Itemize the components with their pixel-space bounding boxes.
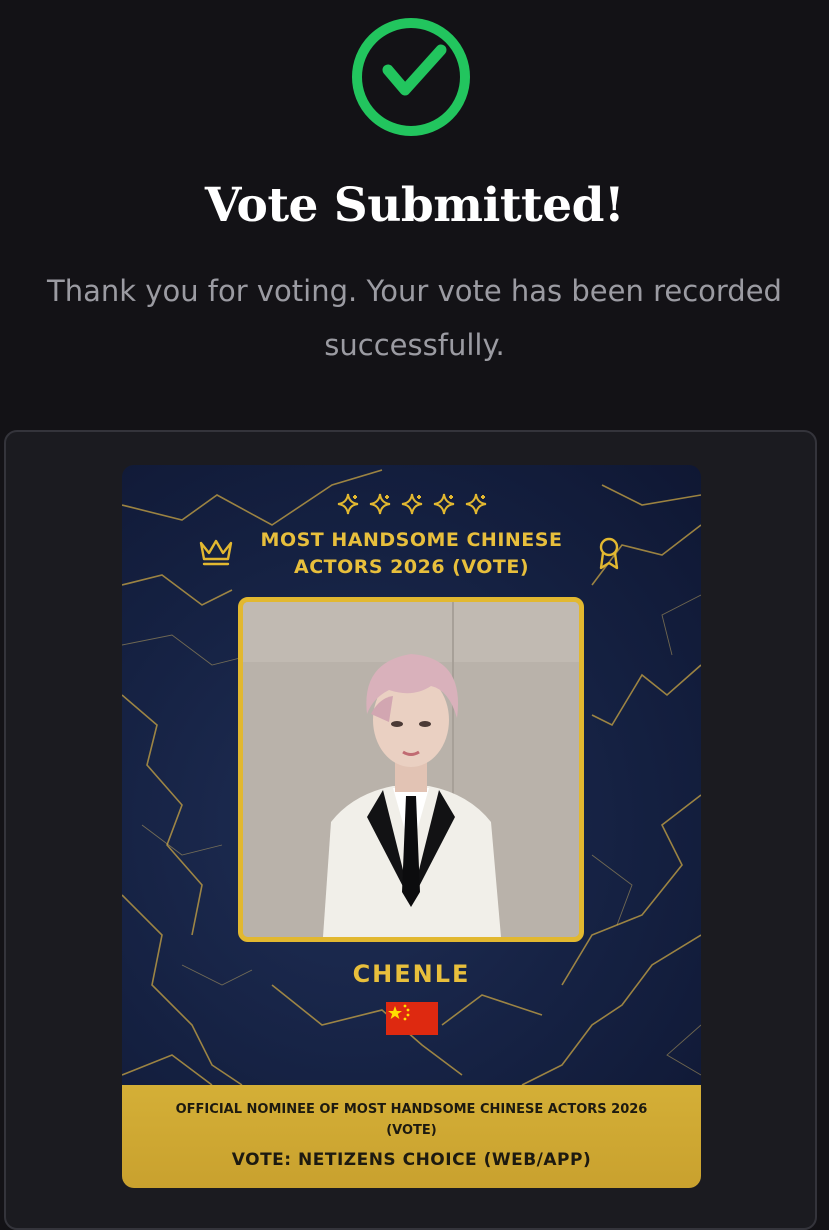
confirmation-message: Thank you for voting. Your vote has been… xyxy=(0,264,829,372)
confirmation-message-line2: successfully. xyxy=(324,328,505,362)
china-flag-icon xyxy=(386,1002,438,1035)
nominee-card: MOST HANDSOME CHINESE ACTORS 2026 (VOTE) xyxy=(122,465,701,1188)
check-circle-icon xyxy=(349,0,477,142)
card-title-line2: ACTORS 2026 (VOTE) xyxy=(293,556,529,578)
confirmation-message-line1: Thank you for voting. Your vote has been… xyxy=(47,274,782,308)
page-title: Vote Submitted! xyxy=(204,178,625,233)
sparkle-icon xyxy=(122,489,701,519)
card-title-line1: MOST HANDSOME CHINESE xyxy=(260,529,563,551)
nominee-photo xyxy=(238,597,584,942)
crown-icon xyxy=(198,537,234,571)
footer-official-text: OFFICIAL NOMINEE OF MOST HANDSOME CHINES… xyxy=(122,1085,701,1141)
footer-official-line2: (VOTE) xyxy=(386,1123,437,1138)
nominee-name: CHENLE xyxy=(352,960,471,988)
footer-vote-category: VOTE: NETIZENS CHOICE (WEB/APP) xyxy=(231,1150,592,1170)
nominee-footer-banner: OFFICIAL NOMINEE OF MOST HANDSOME CHINES… xyxy=(122,1085,701,1188)
award-ribbon-icon xyxy=(596,535,622,575)
footer-official-line1: OFFICIAL NOMINEE OF MOST HANDSOME CHINES… xyxy=(175,1102,648,1117)
card-title: MOST HANDSOME CHINESE ACTORS 2026 (VOTE) xyxy=(232,527,591,581)
